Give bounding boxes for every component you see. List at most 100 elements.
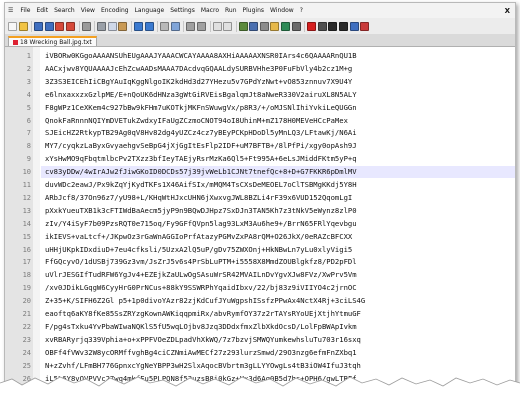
- notepad-window: ☰ File Edit Search View Encoding Languag…: [4, 2, 516, 396]
- code-line[interactable]: 3Z3S3EICEhIiCBgYAuIqKggNlgoIK2kdHd3d27YH…: [45, 76, 515, 88]
- play-macro-icon[interactable]: [328, 21, 338, 31]
- toolbar-separator: [78, 20, 80, 32]
- menu-macro[interactable]: Macro: [198, 3, 222, 18]
- line-number: 7: [26, 129, 31, 138]
- code-line[interactable]: xYsHwMO9qFbqtmlbcPv2TXzz3bfIeyTAEjyRsrMz…: [45, 153, 515, 165]
- sync-vertical-icon[interactable]: [212, 21, 222, 31]
- toolbar-separator: [304, 20, 306, 32]
- run-macro-icon[interactable]: [339, 21, 349, 31]
- record-macro-icon[interactable]: [307, 21, 317, 31]
- menu-view[interactable]: View: [78, 3, 98, 18]
- close-icon[interactable]: [55, 21, 65, 31]
- code-line[interactable]: uVlrJESGIfTudRFW6YgJv4+EZEjkZaULwOgSAsuW…: [45, 269, 515, 281]
- code-line[interactable]: AACxjwv8YQUAAAAJcEhZcwAADsMAAA7DAcdvqGQA…: [45, 63, 515, 75]
- line-number: 6: [26, 116, 31, 125]
- code-line[interactable]: N+zZvhf/LFmBH776GpnxcYgNeYBPP3wH2SlxAqoc…: [45, 360, 515, 372]
- new-file-icon[interactable]: [8, 21, 17, 31]
- toolbar-separator: [183, 20, 185, 32]
- menu-bar: ☰ File Edit Search View Encoding Languag…: [5, 3, 515, 18]
- code-line[interactable]: MY7/cyqkzLaByxGvyaehgvSeBpG4jXjGgItEsFlp…: [45, 140, 515, 152]
- menu-edit[interactable]: Edit: [33, 3, 51, 18]
- copy-icon[interactable]: [107, 21, 117, 31]
- func-list-icon[interactable]: [291, 21, 301, 31]
- line-number: 19: [22, 284, 31, 293]
- toolbar-separator: [157, 20, 159, 32]
- code-line[interactable]: pXxkYueuTXB1k3cFTIWdBaAecm5jyP9n9BQwDJHp…: [45, 205, 515, 217]
- code-line[interactable]: e6lnxaxxzxGzlpME/E+nQoUK6dHNza3gWtGiRVEi…: [45, 89, 515, 101]
- code-line[interactable]: FfGQcyvO/1dUSBj739Gz3vm/JsZrJ5v6s4PrSbLu…: [45, 256, 515, 268]
- editor[interactable]: 1 2 3 4 5 6 7 8 9 10 11 12 13 14 15 16 17 18 19 20 21 22 23 24 2…: [5, 47, 515, 395]
- code-line[interactable]: xvRBARyrjq339Vphia+o+xPPFVOeZDLpadVhXkWQ…: [45, 334, 515, 346]
- code-line[interactable]: eaoftq6aKY8fKe85SsZRYzgKownAWKiqqpmiRx/a…: [45, 308, 515, 320]
- code-line[interactable]: zIv/Y4iSyF7b09PzsRQT0e715oq/Fy9GFfQVpn5l…: [45, 218, 515, 230]
- open-file-icon[interactable]: [18, 21, 28, 31]
- undo-icon[interactable]: [133, 21, 143, 31]
- code-line[interactable]: duvWDc2eawJ/Px9kZqYjKydTKFs1X46AifSIx/mM…: [45, 179, 515, 191]
- menu-file[interactable]: File: [17, 3, 33, 18]
- line-number: 13: [22, 206, 31, 215]
- line-number: 11: [22, 181, 31, 189]
- paste-icon[interactable]: [118, 21, 128, 31]
- user-lang-icon[interactable]: [270, 21, 280, 31]
- menu-settings[interactable]: Settings: [167, 3, 198, 18]
- code-line[interactable]: /xv0JDikLGqgW6CyyHrG0PrNCus+88kY9SSWRPhY…: [45, 282, 515, 294]
- toolbar: [5, 18, 515, 34]
- torn-edge: [0, 376, 520, 401]
- redo-icon[interactable]: [144, 21, 154, 31]
- replace-icon[interactable]: [170, 21, 180, 31]
- line-number-gutter: 1 2 3 4 5 6 7 8 9 10 11 12 13 14 15 16 17 18 19 20 21 22 23 24 2…: [5, 47, 34, 395]
- line-number: 9: [26, 155, 31, 164]
- word-wrap-icon[interactable]: [238, 21, 248, 31]
- line-number: 12: [22, 193, 31, 202]
- sync-horizontal-icon[interactable]: [223, 21, 233, 31]
- menu-plugins[interactable]: Plugins: [240, 3, 268, 18]
- save-icon[interactable]: [34, 21, 44, 31]
- fold-margin: [33, 47, 40, 395]
- menu-window[interactable]: Window: [267, 3, 297, 18]
- line-number: 1: [26, 52, 31, 60]
- print-icon[interactable]: [81, 21, 91, 31]
- code-line[interactable]: Z+35+K/SIFH6Z2Gl p5+1p0divoYAzr82zjKdCuf…: [45, 295, 515, 307]
- line-number: 24: [22, 348, 31, 357]
- stop-record-icon[interactable]: [317, 21, 327, 31]
- line-number: 5: [26, 103, 31, 112]
- doc-map-icon[interactable]: [281, 21, 291, 31]
- text-area[interactable]: iVBORw0KGgoAAAANSUhEUgAAAJYAAACWCAYAAAA8…: [41, 47, 515, 395]
- show-all-chars-icon[interactable]: [249, 21, 259, 31]
- code-line[interactable]: SJEicHZ2RtkypTB29Ag0qV8Hv82dg4yUZCz4cz7y…: [45, 127, 515, 139]
- menu-search[interactable]: Search: [51, 3, 78, 18]
- code-line[interactable]: F/pg4sTxku4YvPbaWIwaNQKlS5fU5wqLOjbv8Jzq…: [45, 321, 515, 333]
- tab-label: 18 Wrecking Ball.jpg.txt: [20, 39, 92, 46]
- save-macro-icon[interactable]: [349, 21, 359, 31]
- menu-language[interactable]: Language: [132, 3, 168, 18]
- find-icon[interactable]: [160, 21, 170, 31]
- line-number: 25: [22, 361, 31, 370]
- line-number: 16: [22, 245, 31, 254]
- zoom-out-icon[interactable]: [196, 21, 206, 31]
- close-all-icon[interactable]: [65, 21, 75, 31]
- code-line[interactable]: QnokFaRnnnNQIYmDVETukZwdxyIFaUgZCzmoCNOT…: [45, 115, 515, 127]
- line-number: 14: [22, 219, 31, 228]
- code-line[interactable]: ikIEVS+vaLtcf+/JKpwOz3rGaWnAGGIoPrfAtazy…: [45, 231, 515, 243]
- current-code-line[interactable]: cv83yDDw/4wIrAJw2fJiwGKoID0DCDs57j39jvWe…: [41, 166, 515, 179]
- menu-encoding[interactable]: Encoding: [98, 3, 132, 18]
- app-icon[interactable]: ☰: [5, 7, 17, 14]
- code-line[interactable]: F8gWPz1CeXKem4c927bBw9kFHm7uKOTkjMKFnSWu…: [45, 102, 515, 114]
- menu-help[interactable]: ?: [297, 3, 306, 18]
- code-line[interactable]: ARbJcf8/37On96z7/yU98+L/KHqWtHJxcUHN6jXw…: [45, 192, 515, 204]
- spell-check-icon[interactable]: [360, 21, 370, 31]
- indent-guide-icon[interactable]: [259, 21, 269, 31]
- line-number: 22: [22, 322, 31, 331]
- zoom-in-icon[interactable]: [186, 21, 196, 31]
- menu-run[interactable]: Run: [222, 3, 240, 18]
- tab-document[interactable]: 18 Wrecking Ball.jpg.txt: [8, 36, 97, 46]
- line-number: 21: [22, 310, 31, 318]
- code-line[interactable]: OBFf4fVWv32W8ycORMffvghBg4ciCZNmiAwMECf2…: [45, 347, 515, 359]
- cut-icon[interactable]: [97, 21, 107, 31]
- code-line[interactable]: iVBORw0KGgoAAAANSUhEUgAAAJYAAACWCAYAAAA8…: [45, 50, 515, 62]
- close-document-icon[interactable]: X: [500, 7, 515, 15]
- save-all-icon[interactable]: [44, 21, 54, 31]
- toolbar-separator: [235, 20, 237, 32]
- line-number: 2: [26, 64, 31, 73]
- code-line[interactable]: uHHjUKpkIDxdiuD+7eu4cfksli/5UzxA2lQ5uP/g…: [45, 244, 515, 256]
